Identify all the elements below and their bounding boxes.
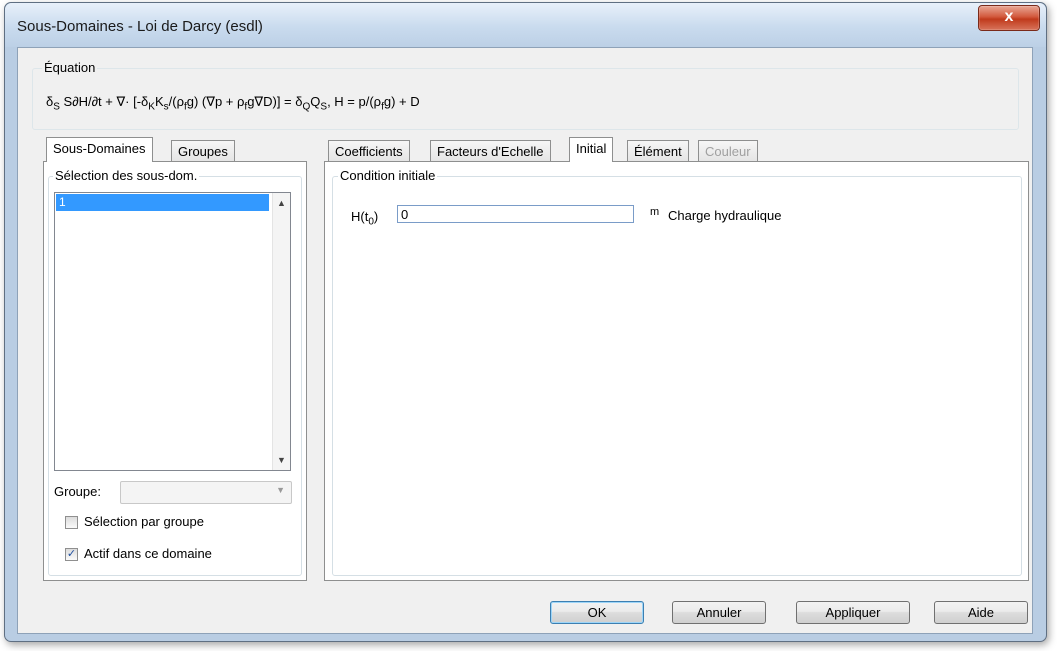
initial-panel: Condition initiale H(t0) m Charge hydrau… <box>324 161 1029 581</box>
subdomain-selection-heading: Sélection des sous-dom. <box>53 168 200 183</box>
chevron-down-icon: ▼ <box>276 485 285 495</box>
dialog-body: Équation δS S∂H/∂t + ∇· [-δKKs/(ρfg) (∇p… <box>17 47 1033 634</box>
equation-text: δS S∂H/∂t + ∇· [-δKKs/(ρfg) (∇p + ρfg∇D)… <box>46 94 420 113</box>
scroll-up-icon[interactable]: ▲ <box>277 198 286 208</box>
subdomain-panel: Sélection des sous-dom. 1 ▲ ▼ Groupe: ▼ … <box>43 161 307 581</box>
checkmark-icon: ✓ <box>66 548 77 560</box>
close-icon: x <box>1004 8 1014 25</box>
tab-facteurs-echelle[interactable]: Facteurs d'Echelle <box>430 140 551 162</box>
param-label: H(t0) <box>351 209 379 228</box>
hydraulic-head-input[interactable] <box>397 205 634 223</box>
tab-element[interactable]: Élément <box>627 140 689 162</box>
group-label: Groupe: <box>54 484 101 499</box>
group-select[interactable]: ▼ <box>120 481 292 504</box>
ok-button[interactable]: OK <box>550 601 644 624</box>
active-in-domain-checkbox[interactable]: ✓ <box>65 548 78 561</box>
cancel-button[interactable]: Annuler <box>672 601 766 624</box>
close-button[interactable]: x <box>978 5 1040 31</box>
tab-initial[interactable]: Initial <box>569 137 614 162</box>
help-button[interactable]: Aide <box>934 601 1028 624</box>
apply-button[interactable]: Appliquer <box>796 601 910 624</box>
tab-coefficients[interactable]: Coefficients <box>328 140 410 162</box>
active-in-domain-label: Actif dans ce domaine <box>84 546 212 561</box>
initial-condition-heading: Condition initiale <box>338 168 438 183</box>
dialog-window: Sous-Domaines - Loi de Darcy (esdl) x Éq… <box>4 2 1047 642</box>
tab-groupes[interactable]: Groupes <box>171 140 235 162</box>
equation-heading: Équation <box>42 60 98 75</box>
window-title: Sous-Domaines - Loi de Darcy (esdl) <box>17 18 263 35</box>
select-by-group-label: Sélection par groupe <box>84 514 204 529</box>
unit-label: m <box>650 206 660 218</box>
title-bar[interactable]: Sous-Domaines - Loi de Darcy (esdl) x <box>5 3 1046 47</box>
initial-condition-group <box>332 176 1022 576</box>
tab-couleur: Couleur <box>698 140 758 162</box>
list-item[interactable]: 1 <box>56 194 269 211</box>
tab-sous-domaines[interactable]: Sous-Domaines <box>46 137 153 162</box>
param-description: Charge hydraulique <box>668 208 782 223</box>
scroll-down-icon[interactable]: ▼ <box>277 455 286 465</box>
list-scrollbar[interactable]: ▲ ▼ <box>272 193 290 470</box>
select-by-group-checkbox[interactable] <box>65 516 78 529</box>
subdomain-list[interactable]: 1 ▲ ▼ <box>54 192 291 471</box>
